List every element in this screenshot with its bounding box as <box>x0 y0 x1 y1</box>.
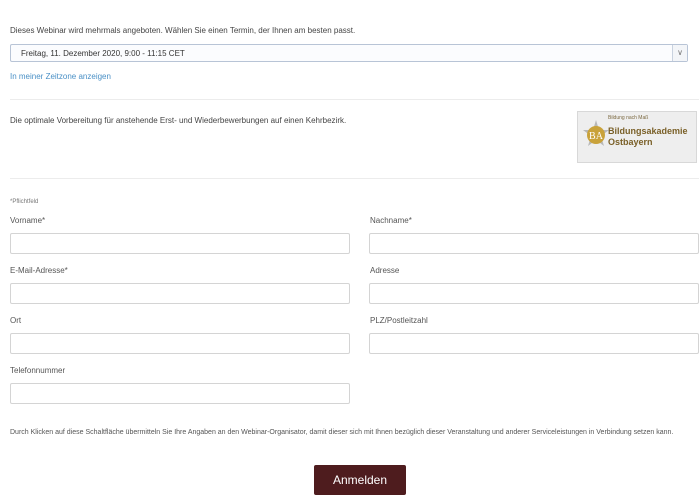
address-field[interactable] <box>369 283 699 304</box>
zip-field[interactable] <box>369 333 699 354</box>
logo-name-line2: Ostbayern <box>608 137 653 147</box>
city-field[interactable] <box>10 333 350 354</box>
lastname-label: Nachname* <box>370 216 412 225</box>
phone-label: Telefonnummer <box>10 366 66 375</box>
required-note: *Pflichtfeld <box>10 199 39 205</box>
phone-field[interactable] <box>10 383 350 404</box>
email-field[interactable] <box>10 283 350 304</box>
logo-initials: BA <box>589 131 604 142</box>
submit-button[interactable]: Anmelden <box>314 465 406 495</box>
consent-text: Durch Klicken auf diese Schaltfläche übe… <box>10 429 674 436</box>
chevron-down-icon[interactable]: ∨ <box>672 45 687 61</box>
logo-tagline: Bildung nach Maß <box>608 115 649 121</box>
divider <box>10 178 699 179</box>
logo-name-line1: Bildungsakademie <box>608 126 688 136</box>
address-label: Adresse <box>370 266 400 275</box>
firstname-field[interactable] <box>10 233 350 254</box>
divider <box>10 99 699 100</box>
session-date-select[interactable]: Freitag, 11. Dezember 2020, 9:00 - 11:15… <box>10 44 688 62</box>
logo-emblem-icon: BA <box>583 120 609 146</box>
firstname-label: Vorname* <box>10 216 46 225</box>
zip-label: PLZ/Postleitzahl <box>370 316 428 325</box>
city-label: Ort <box>10 316 22 325</box>
session-intro-text: Dieses Webinar wird mehrmals angeboten. … <box>10 26 356 35</box>
organizer-logo: BA Bildung nach Maß Bildungsakademie Ost… <box>577 111 697 163</box>
email-label: E-Mail-Adresse* <box>10 266 68 275</box>
lastname-field[interactable] <box>369 233 699 254</box>
webinar-description: Die optimale Vorbereitung für anstehende… <box>10 116 347 125</box>
session-date-value: Freitag, 11. Dezember 2020, 9:00 - 11:15… <box>21 49 185 58</box>
timezone-link[interactable]: In meiner Zeitzone anzeigen <box>10 72 111 81</box>
